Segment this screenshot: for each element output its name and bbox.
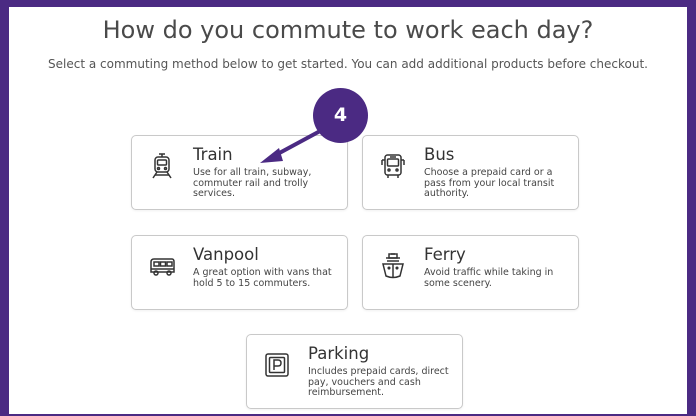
step-number-badge: 4	[313, 88, 368, 143]
callout-arrow	[260, 128, 324, 163]
